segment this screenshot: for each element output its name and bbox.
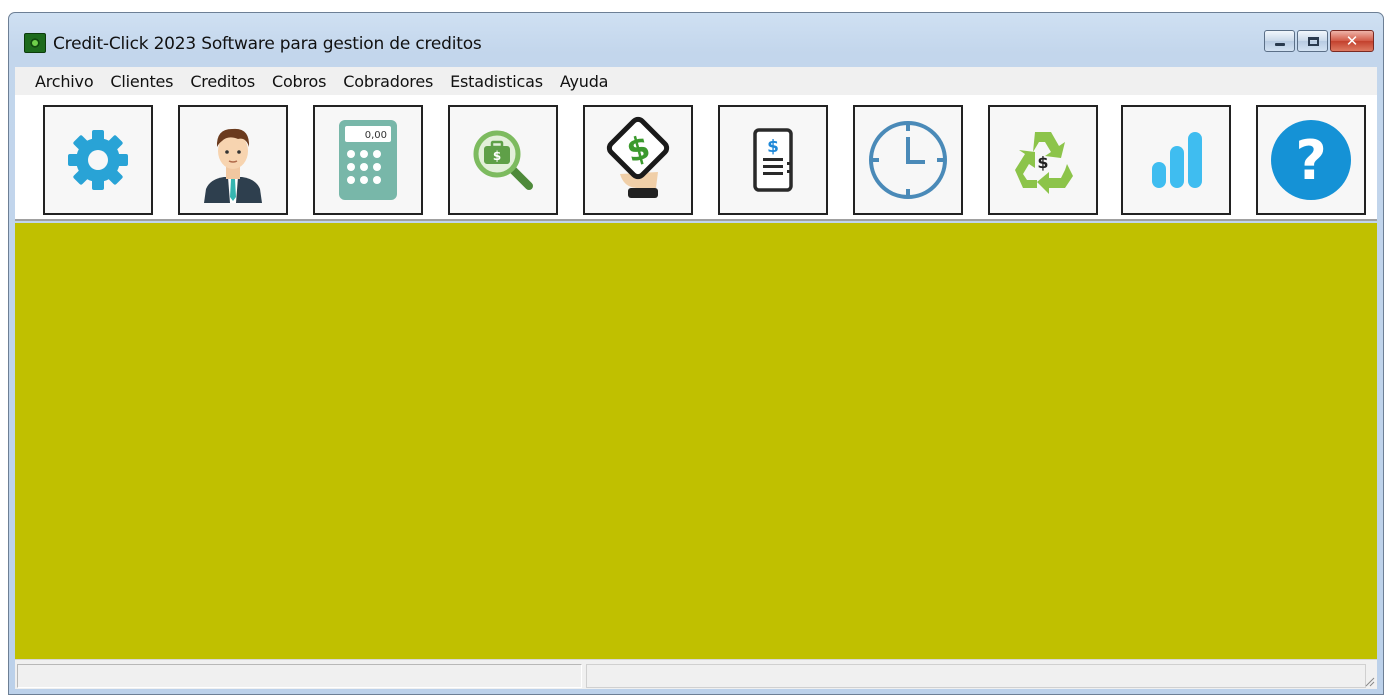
- help-icon: ?: [1271, 120, 1351, 200]
- app-window: Credit-Click 2023 Software para gestion …: [8, 12, 1384, 695]
- gear-icon: [68, 130, 128, 190]
- hand-phone-dollar-icon: $: [606, 116, 670, 198]
- credit-search-button[interactable]: $: [448, 105, 558, 215]
- close-icon: ✕: [1345, 32, 1359, 50]
- calculator-display: 0,00: [365, 130, 387, 141]
- invoice-button[interactable]: $: [718, 105, 828, 215]
- money-search-icon: $: [473, 130, 533, 190]
- status-panel-right: [586, 664, 1366, 688]
- title-bar[interactable]: Credit-Click 2023 Software para gestion …: [9, 13, 1383, 63]
- status-bar: [15, 659, 1377, 689]
- maximize-button[interactable]: [1297, 30, 1328, 52]
- schedule-button[interactable]: [853, 105, 963, 215]
- close-button[interactable]: ✕: [1330, 30, 1374, 52]
- app-logo-icon[interactable]: [24, 33, 46, 53]
- menu-ayuda[interactable]: Ayuda: [560, 71, 609, 91]
- payments-button[interactable]: $: [583, 105, 693, 215]
- recycle-dollar-icon: $: [1015, 132, 1073, 194]
- main-content-area: [15, 223, 1377, 659]
- bar-chart-icon: [1152, 132, 1202, 188]
- toolbar: 0,00 $ $ $ $ ?: [15, 95, 1377, 221]
- menu-archivo[interactable]: Archivo: [35, 71, 94, 91]
- window-title: Credit-Click 2023 Software para gestion …: [53, 34, 482, 54]
- help-button[interactable]: ?: [1256, 105, 1366, 215]
- maximize-icon: [1308, 37, 1319, 46]
- svg-text:$: $: [493, 149, 501, 163]
- window-controls: ✕: [1264, 30, 1374, 52]
- refinance-button[interactable]: $: [988, 105, 1098, 215]
- minimize-icon: [1275, 43, 1285, 46]
- calculator-button[interactable]: 0,00: [313, 105, 423, 215]
- menu-bar: Archivo Clientes Creditos Cobros Cobrado…: [15, 67, 1377, 95]
- menu-cobros[interactable]: Cobros: [272, 71, 326, 91]
- settings-button[interactable]: [43, 105, 153, 215]
- clients-button[interactable]: [178, 105, 288, 215]
- invoice-icon: $: [753, 128, 793, 192]
- calculator-icon: 0,00: [339, 120, 397, 200]
- status-panel-left: [17, 664, 582, 688]
- menu-cobradores[interactable]: Cobradores: [343, 71, 433, 91]
- svg-text:$: $: [767, 137, 779, 157]
- statistics-button[interactable]: [1121, 105, 1231, 215]
- menu-creditos[interactable]: Creditos: [190, 71, 255, 91]
- person-icon: [204, 128, 262, 203]
- menu-estadisticas[interactable]: Estadisticas: [450, 71, 543, 91]
- resize-grip-icon[interactable]: [1363, 675, 1375, 687]
- svg-text:?: ?: [1295, 129, 1326, 192]
- clock-icon: [869, 121, 947, 199]
- svg-text:$: $: [1037, 153, 1048, 172]
- menu-clientes[interactable]: Clientes: [110, 71, 173, 91]
- minimize-button[interactable]: [1264, 30, 1295, 52]
